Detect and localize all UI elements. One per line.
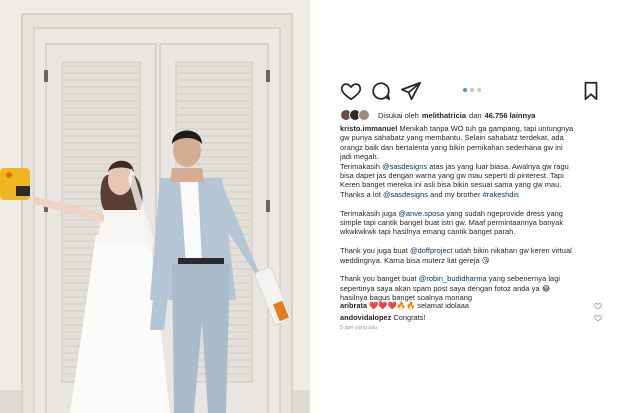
caption-text: weddingnya. Karna bisa muterz liat gerej…: [340, 255, 490, 265]
post-timestamp[interactable]: 5 jam yang lalu: [340, 325, 377, 331]
caption-text: Thank you banget buat: [340, 274, 419, 284]
caption-line: jadi megah.: [340, 152, 600, 161]
caption-mention[interactable]: @robin_budidharma: [419, 274, 487, 283]
caption-text: yang sebenernya lagi: [486, 274, 561, 284]
avatar[interactable]: [358, 109, 370, 121]
heart-icon[interactable]: [340, 80, 362, 102]
liker-avatars: [340, 109, 374, 121]
caption-text: yang sudah ngeprovide dress yang: [444, 208, 563, 218]
caption-line: bisa dapet jas dengan warna yang gw mau …: [340, 171, 600, 180]
likes-summary: Disukai oleh melithatricia dan 46.756 la…: [340, 109, 538, 121]
comment-list: aribrata ❤️❤️❤️🔥🔥 selamat idolaaa andovi…: [340, 301, 602, 325]
caption-text: udah bikin nikahan gw keren virtual: [452, 246, 572, 256]
post-panel: Disukai oleh melithatricia dan 46.756 la…: [310, 0, 620, 413]
caption-line: Thanks a lot @sasdesigns and my brother …: [340, 190, 600, 199]
caption-text: gw punya sahabatz yang membantu. Selain …: [340, 133, 564, 143]
caption-line: weddingnya. Karna bisa muterz liat gerej…: [340, 256, 600, 265]
caption-mention[interactable]: @sasdesigns: [383, 190, 428, 199]
caption-line: kristo.immanuel Menikah tanpa WO tuh ga …: [340, 124, 600, 133]
carousel-dot: [470, 88, 474, 92]
comment-like-icon[interactable]: [594, 302, 602, 310]
caption-text: atas jas yang luar biasa. Awalnya gw rag…: [427, 161, 569, 171]
caption-text: Terimakasih juga: [340, 208, 399, 218]
caption-mention[interactable]: @anve.sposa: [398, 209, 444, 218]
comment-username[interactable]: andovidalopez: [340, 313, 391, 322]
action-bar: [340, 80, 602, 102]
comment-icon[interactable]: [370, 80, 392, 102]
carousel-dot: [463, 88, 467, 92]
caption-mention[interactable]: #rakeshdis: [483, 190, 519, 199]
comment-text: ❤️❤️❤️🔥🔥 selamat idolaaa: [367, 301, 470, 310]
liker-username[interactable]: melithatricia: [422, 111, 466, 120]
likes-count[interactable]: 46.756 lainnya: [485, 111, 536, 120]
caption-mention[interactable]: @doffproject: [410, 246, 452, 255]
carousel-indicator: [463, 88, 481, 92]
caption-text: Thanks a lot: [340, 189, 383, 199]
caption-mention[interactable]: @sasdesigns: [382, 162, 427, 171]
caption-text: Terimakasih: [340, 161, 383, 171]
bookmark-icon[interactable]: [580, 80, 602, 102]
caption-line: Terimakasih juga @anve.sposa yang sudah …: [340, 209, 600, 218]
caption-text: Thank you juga buat: [340, 246, 411, 256]
post-caption: kristo.immanuel Menikah tanpa WO tuh ga …: [340, 124, 600, 303]
caption-text: Keren banget mereka ini asli bisa bikin …: [340, 180, 562, 190]
caption-text: and my brother: [428, 189, 483, 199]
likes-prefix: Disukai oleh: [378, 110, 419, 120]
comment-username[interactable]: aribrata: [340, 301, 367, 310]
caption-text: orangz baik dan bertalenta yang bikin pe…: [340, 142, 563, 152]
post-photo: [0, 0, 310, 413]
comment-item: aribrata ❤️❤️❤️🔥🔥 selamat idolaaa: [340, 301, 602, 313]
wedding-photo-illustration: [0, 0, 310, 413]
comment-like-icon[interactable]: [594, 314, 602, 322]
caption-line: Thank you juga buat @doffproject udah bi…: [340, 246, 600, 255]
caption-text: sepertinya saya akan spam post saya deng…: [340, 283, 551, 293]
caption-line: orangz baik dan bertalenta yang bikin pe…: [340, 143, 600, 152]
caption-line: Thank you banget buat @robin_budidharma …: [340, 274, 600, 283]
caption-username[interactable]: kristo.immanuel: [340, 124, 397, 133]
share-icon[interactable]: [400, 80, 422, 102]
caption-line: sepertinya saya akan spam post saya deng…: [340, 284, 600, 293]
carousel-dot: [477, 88, 481, 92]
caption-line: Keren banget mereka ini asli bisa bikin …: [340, 180, 600, 189]
likes-connector: dan: [469, 110, 482, 120]
caption-text: Menikah tanpa WO tuh ga gampang, tapi un…: [397, 124, 574, 133]
caption-line: gw punya sahabatz yang membantu. Selain …: [340, 133, 600, 142]
caption-text: jadi megah.: [340, 152, 379, 162]
caption-line: Terimakasih @sasdesigns atas jas yang lu…: [340, 162, 600, 171]
caption-line: wkwkwkwk tapi hasilnya emang cantik bang…: [340, 227, 600, 236]
caption-text: simple tapi cantik banget buat istri gw.…: [340, 218, 564, 228]
caption-line: simple tapi cantik banget buat istri gw.…: [340, 218, 600, 227]
caption-text: bisa dapet jas dengan warna yang gw mau …: [340, 171, 564, 181]
comment-item: andovidalopez Congrats!: [340, 313, 602, 325]
comment-text: Congrats!: [391, 313, 426, 322]
caption-text: wkwkwkwk tapi hasilnya emang cantik bang…: [340, 227, 516, 237]
